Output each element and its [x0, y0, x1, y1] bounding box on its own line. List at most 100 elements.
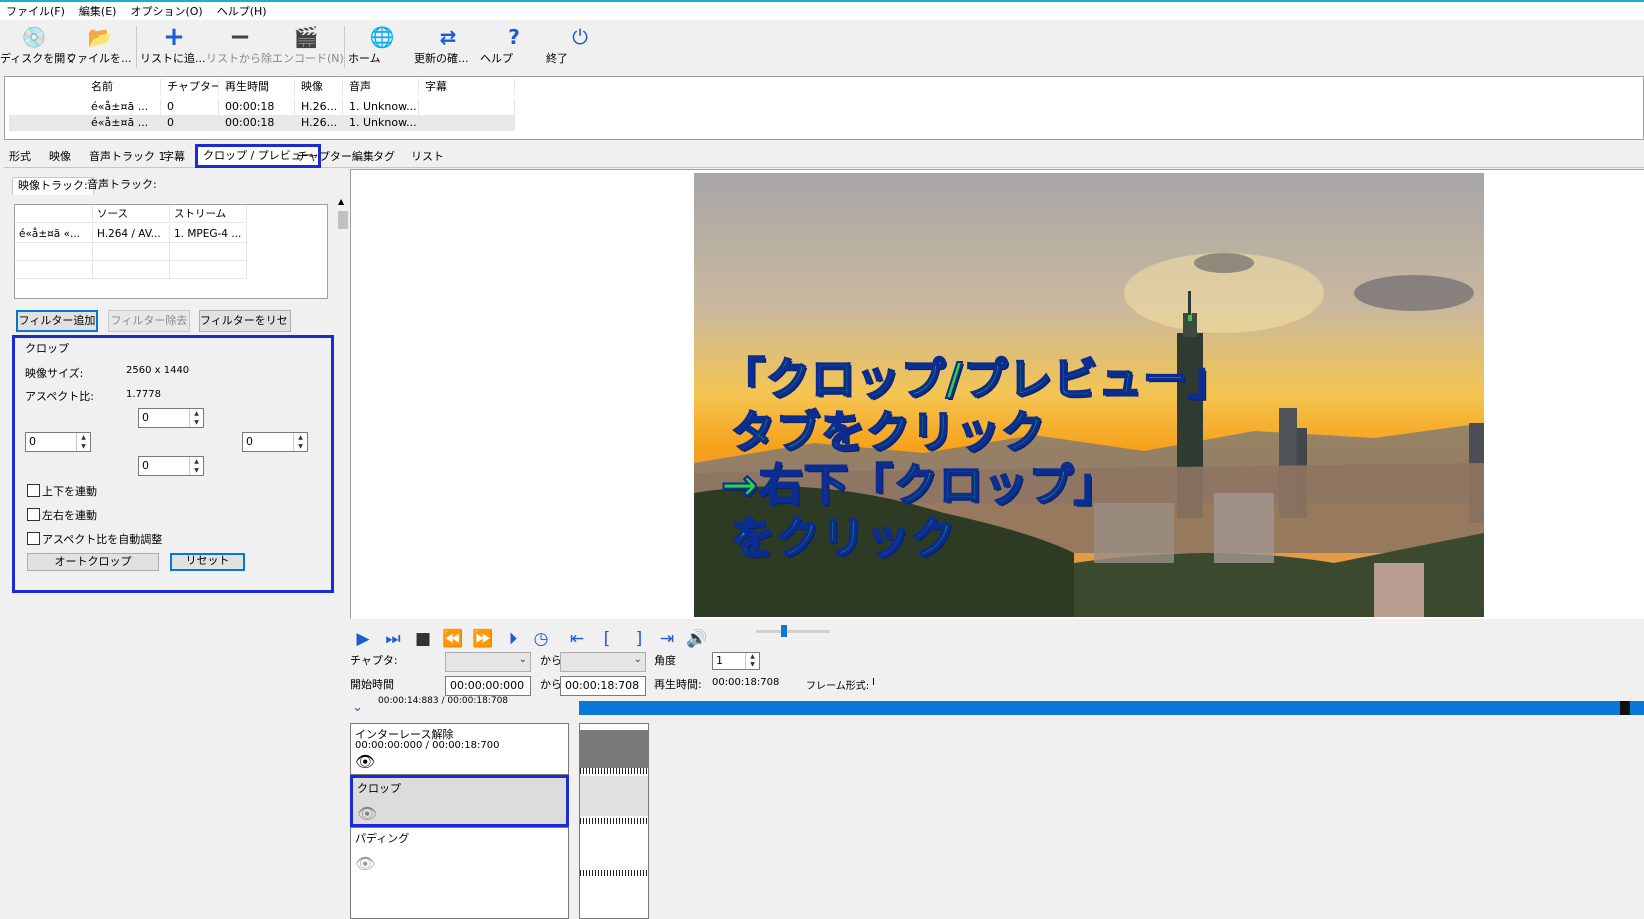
thumbnail-strip — [580, 818, 648, 824]
rewind-icon[interactable]: ⏪ — [442, 628, 464, 650]
link-top-bottom-checkbox[interactable] — [27, 484, 40, 497]
table-cell[interactable]: é«å±¤ã «... — [15, 225, 93, 243]
auto-aspect-label: アスペクト比を自動調整 — [42, 533, 163, 546]
timeline-playhead[interactable] — [1620, 701, 1630, 715]
scroll-up-icon[interactable]: ▲ — [338, 197, 344, 206]
power-icon: ⏻ — [572, 25, 588, 49]
encode-button[interactable]: 🎬 エンコード(N) — [272, 24, 344, 70]
column-header-source: ソース — [93, 205, 170, 223]
tab-format[interactable]: 形式 — [4, 148, 36, 168]
preview-area: 「クロップ/プレビュー」 タブをクリック →右下「クロップ」 をクリック — [350, 169, 1644, 619]
column-header-duration[interactable]: 再生時間 — [219, 79, 295, 95]
link-left-right-checkbox[interactable] — [27, 508, 40, 521]
check-update-button[interactable]: ⇄ 更新の確... — [414, 24, 482, 70]
playback-controls: ▶ ⏭ ■ ⏪ ⏩ ⏵ ◷ ⇤ [ ] ⇥ 🔊 チャプタ: ⌄ から ⌄ 角度 … — [350, 620, 1644, 919]
filter-crop[interactable]: クロップ 👁 — [350, 775, 569, 827]
menu-options[interactable]: オプション(O) — [130, 3, 202, 19]
next-frame-icon[interactable]: ⏭ — [382, 628, 404, 650]
menu-help[interactable]: ヘルプ(H) — [217, 3, 267, 19]
remove-from-list-button[interactable]: − リストから除... — [206, 24, 283, 70]
aspect-ratio-value: 1.7778 — [126, 389, 161, 400]
volume-slider-thumb[interactable] — [781, 625, 787, 637]
annotation-line: をクリック — [730, 512, 956, 565]
folder-icon: 📂 — [87, 25, 113, 49]
crop-top-stepper[interactable]: 0 ▲ ▼ — [138, 408, 204, 428]
tab-audio-track-sub[interactable]: 音声トラック: — [82, 177, 162, 195]
track-table[interactable]: ソース ストリーム é«å±¤ã «... H.264 / AV... 1. M… — [14, 204, 328, 299]
scrollbar-thumb[interactable] — [338, 211, 348, 229]
filter-deinterlace[interactable]: インターレース解除 00:00:00:000 / 00:00:18:700 👁 — [350, 723, 569, 775]
reset-filter-button[interactable]: フィルターをリセット — [199, 310, 291, 332]
table-cell — [93, 243, 170, 261]
column-header-name[interactable]: 名前 — [85, 79, 161, 95]
crop-right-stepper[interactable]: 0 ▲ ▼ — [242, 432, 308, 452]
crop-bottom-stepper[interactable]: 0 ▲ ▼ — [138, 456, 204, 476]
spin-arrows-icon[interactable]: ▲ ▼ — [76, 433, 90, 451]
table-cell: H.26... — [295, 115, 343, 131]
crop-group: クロップ 映像サイズ: 2560 x 1440 アスペクト比: 1.7778 0… — [12, 335, 334, 593]
column-header-subtitle[interactable]: 字幕 — [419, 79, 515, 95]
left-scrollbar[interactable]: ▲ — [336, 197, 350, 917]
auto-aspect-checkbox[interactable] — [27, 532, 40, 545]
go-end-icon[interactable]: ⇥ — [656, 628, 678, 650]
volume-slider[interactable] — [756, 625, 830, 637]
globe-icon: 🌐 — [369, 25, 395, 49]
tab-subtitle[interactable]: 字幕 — [158, 148, 190, 168]
collapse-icon[interactable]: ⌄ — [352, 700, 363, 715]
step-forward-icon[interactable]: ⏵ — [502, 628, 524, 650]
add-filter-button[interactable]: フィルター追加 — [16, 310, 98, 332]
help-button[interactable]: ? ヘルプ — [480, 24, 548, 70]
home-button[interactable]: 🌐 ホーム — [348, 24, 416, 70]
start-time-input[interactable]: 00:00:00:000 — [445, 676, 531, 696]
fast-forward-icon[interactable]: ⏩ — [472, 628, 494, 650]
go-start-icon[interactable]: ⇤ — [566, 628, 588, 650]
add-to-list-button[interactable]: + リストに追... — [140, 24, 208, 70]
from-label: から — [540, 654, 562, 667]
open-file-button[interactable]: 📂 ファイルを... — [66, 24, 134, 70]
timeline-bar[interactable] — [579, 701, 1644, 715]
end-time-input[interactable]: 00:00:18:708 — [560, 676, 646, 696]
spin-arrows-icon[interactable]: ▲ ▼ — [189, 457, 203, 475]
table-row[interactable]: é«å±¤ã ... 0 00:00:18 H.26... 1. Unknow.… — [9, 115, 515, 131]
column-header-video[interactable]: 映像 — [295, 79, 343, 95]
table-row[interactable]: é«å±¤ã ... 0 00:00:18 H.26... 1. Unknow.… — [85, 99, 541, 115]
frame-format-value: I — [872, 677, 875, 688]
chapter-start-select[interactable]: ⌄ — [445, 652, 531, 672]
open-disc-button[interactable]: 💿 ディスクを開く — [0, 24, 76, 70]
autocrop-button[interactable]: オートクロップ — [27, 553, 159, 571]
tab-video[interactable]: 映像 — [44, 148, 76, 168]
spin-arrows-icon[interactable]: ▲ ▼ — [293, 433, 307, 451]
set-in-icon[interactable]: [ — [596, 628, 618, 650]
volume-icon[interactable]: 🔊 — [686, 628, 708, 650]
table-cell[interactable]: 1. MPEG-4 ... — [170, 225, 247, 243]
eye-icon[interactable]: 👁 — [355, 854, 375, 873]
crop-group-title: クロップ — [25, 342, 69, 355]
file-list[interactable]: 名前 チャプター 再生時間 映像 音声 字幕 é«å±¤ã ... 0 00:0… — [4, 76, 1644, 140]
crop-left-stepper[interactable]: 0 ▲ ▼ — [25, 432, 91, 452]
menu-file[interactable]: ファイル(F) — [6, 3, 65, 19]
clock-icon[interactable]: ◷ — [530, 628, 552, 650]
tab-tags[interactable]: タグ — [368, 148, 400, 168]
eye-icon[interactable]: 👁 — [355, 752, 375, 771]
eye-icon[interactable]: 👁 — [357, 804, 377, 823]
filter-padding[interactable]: パディング 👁 — [350, 827, 569, 919]
table-cell[interactable]: H.264 / AV... — [93, 225, 170, 243]
tab-list[interactable]: リスト — [406, 148, 449, 168]
stop-icon[interactable]: ■ — [412, 628, 434, 650]
table-cell — [170, 243, 247, 261]
column-header-audio[interactable]: 音声 — [343, 79, 419, 95]
question-icon: ? — [508, 25, 520, 49]
crop-reset-button[interactable]: リセット — [170, 553, 245, 571]
exit-button[interactable]: ⏻ 終了 — [546, 24, 614, 70]
play-icon[interactable]: ▶ — [352, 628, 374, 650]
chapter-end-select[interactable]: ⌄ — [560, 652, 646, 672]
table-cell — [419, 115, 515, 131]
remove-filter-button[interactable]: フィルター除去 — [108, 310, 190, 332]
menu-edit[interactable]: 編集(E) — [79, 3, 117, 19]
tab-chapter-edit[interactable]: チャプター編集 — [292, 148, 379, 168]
column-header-chapter[interactable]: チャプター — [161, 79, 219, 95]
set-out-icon[interactable]: ] — [628, 628, 650, 650]
spin-arrows-icon[interactable]: ▲ ▼ — [745, 653, 759, 669]
spin-arrows-icon[interactable]: ▲ ▼ — [189, 409, 203, 427]
angle-stepper[interactable]: 1 ▲ ▼ — [712, 652, 760, 670]
